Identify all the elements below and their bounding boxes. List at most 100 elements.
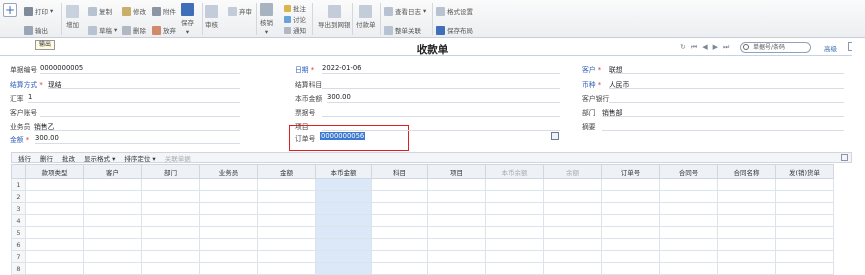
print-button[interactable]: 打印 ▾ xyxy=(24,6,53,16)
table-cell[interactable] xyxy=(485,250,544,263)
table-cell[interactable] xyxy=(141,262,200,275)
table-cell[interactable] xyxy=(83,226,142,239)
table-cell[interactable] xyxy=(427,178,486,191)
unaudit-button[interactable]: 弃审 xyxy=(228,6,252,16)
table-cell[interactable] xyxy=(717,214,776,227)
table-cell[interactable] xyxy=(141,202,200,215)
refresh-icon[interactable]: ↻ xyxy=(680,43,686,52)
table-cell[interactable] xyxy=(199,202,258,215)
table-cell[interactable] xyxy=(141,226,200,239)
table-cell[interactable] xyxy=(83,202,142,215)
next-record-icon[interactable]: ▶ xyxy=(713,43,718,52)
table-cell[interactable] xyxy=(717,262,776,275)
local-amount-field[interactable]: 300.00 xyxy=(327,93,351,101)
table-cell[interactable] xyxy=(25,226,84,239)
col-customer[interactable]: 客户 xyxy=(83,164,142,179)
table-cell[interactable] xyxy=(601,202,660,215)
table-cell[interactable] xyxy=(371,202,428,215)
amount-field[interactable]: 300.00 xyxy=(35,134,59,142)
doc-no-field[interactable]: 0000000005 xyxy=(40,64,83,72)
col-delivery-doc[interactable]: 发(销)货单 xyxy=(775,164,834,179)
table-cell[interactable] xyxy=(257,178,316,191)
output-button[interactable]: 输出 xyxy=(24,25,48,35)
rate-field[interactable]: 1 xyxy=(28,93,32,101)
table-cell[interactable] xyxy=(601,190,660,203)
table-cell[interactable] xyxy=(199,226,258,239)
col-salesman[interactable]: 业务员 xyxy=(199,164,258,179)
batch-edit-button[interactable]: 批改 xyxy=(62,153,75,163)
table-cell[interactable] xyxy=(601,250,660,263)
table-cell[interactable] xyxy=(717,190,776,203)
table-cell[interactable] xyxy=(141,250,200,263)
col-project[interactable]: 项目 xyxy=(427,164,486,179)
table-cell[interactable] xyxy=(83,250,142,263)
table-cell[interactable] xyxy=(543,178,602,191)
col-balance[interactable]: 余额 xyxy=(543,164,602,179)
table-cell[interactable] xyxy=(717,178,776,191)
table-cell[interactable] xyxy=(257,190,316,203)
whole-link-button[interactable]: 整单关联 xyxy=(384,25,421,35)
table-cell[interactable] xyxy=(659,250,718,263)
table-cell[interactable] xyxy=(199,214,258,227)
table-cell[interactable] xyxy=(659,238,718,251)
table-cell[interactable] xyxy=(775,214,834,227)
table-cell[interactable] xyxy=(485,226,544,239)
table-row[interactable]: 4 xyxy=(11,214,834,227)
table-cell[interactable] xyxy=(25,238,84,251)
table-cell[interactable] xyxy=(427,250,486,263)
table-cell[interactable] xyxy=(775,202,834,215)
col-payment-type[interactable]: 款项类型 xyxy=(25,164,84,179)
payment-doc-button[interactable]: 付款单 xyxy=(356,5,376,29)
table-cell[interactable] xyxy=(427,226,486,239)
table-cell[interactable] xyxy=(659,214,718,227)
last-record-icon[interactable]: ⏭ xyxy=(723,43,729,52)
table-cell[interactable] xyxy=(371,238,428,251)
table-cell[interactable] xyxy=(601,238,660,251)
delete-button[interactable]: 删除 xyxy=(122,25,146,35)
table-cell[interactable] xyxy=(485,202,544,215)
table-cell[interactable] xyxy=(25,190,84,203)
table-cell[interactable] xyxy=(601,262,660,275)
table-cell[interactable] xyxy=(659,178,718,191)
col-contract-name[interactable]: 合同名称 xyxy=(717,164,776,179)
table-row[interactable]: 5 xyxy=(11,226,834,239)
col-amount[interactable]: 金额 xyxy=(257,164,316,179)
table-cell[interactable] xyxy=(315,226,372,239)
advanced-search-link[interactable]: 高级 xyxy=(824,43,837,53)
table-cell[interactable] xyxy=(141,214,200,227)
add-new-button[interactable]: + xyxy=(3,3,17,17)
table-cell[interactable] xyxy=(775,178,834,191)
table-cell[interactable] xyxy=(717,226,776,239)
table-cell[interactable] xyxy=(257,226,316,239)
table-cell[interactable] xyxy=(315,214,372,227)
table-row[interactable]: 7 xyxy=(11,250,834,263)
table-cell[interactable] xyxy=(141,190,200,203)
table-cell[interactable] xyxy=(485,262,544,275)
table-cell[interactable] xyxy=(25,250,84,263)
table-cell[interactable] xyxy=(659,262,718,275)
table-cell[interactable] xyxy=(543,262,602,275)
table-cell[interactable] xyxy=(543,238,602,251)
table-cell[interactable] xyxy=(371,214,428,227)
table-cell[interactable] xyxy=(775,262,834,275)
table-cell[interactable] xyxy=(485,238,544,251)
table-cell[interactable] xyxy=(257,202,316,215)
date-field[interactable]: 2022-01-06 xyxy=(322,64,362,72)
modify-button[interactable]: 修改 xyxy=(122,6,146,16)
table-cell[interactable] xyxy=(485,190,544,203)
table-cell[interactable] xyxy=(257,214,316,227)
table-cell[interactable] xyxy=(427,202,486,215)
table-row[interactable]: 8 xyxy=(11,262,834,275)
table-row[interactable]: 3 xyxy=(11,202,834,215)
table-cell[interactable] xyxy=(257,238,316,251)
table-cell[interactable] xyxy=(775,190,834,203)
table-cell[interactable] xyxy=(83,262,142,275)
table-cell[interactable] xyxy=(315,202,372,215)
sort-locate-button[interactable]: 排序定位 ▾ xyxy=(124,153,155,163)
table-cell[interactable] xyxy=(427,238,486,251)
table-cell[interactable] xyxy=(25,214,84,227)
table-cell[interactable] xyxy=(427,214,486,227)
add-button[interactable]: 增加 xyxy=(66,5,79,29)
table-cell[interactable] xyxy=(199,262,258,275)
table-cell[interactable] xyxy=(371,178,428,191)
